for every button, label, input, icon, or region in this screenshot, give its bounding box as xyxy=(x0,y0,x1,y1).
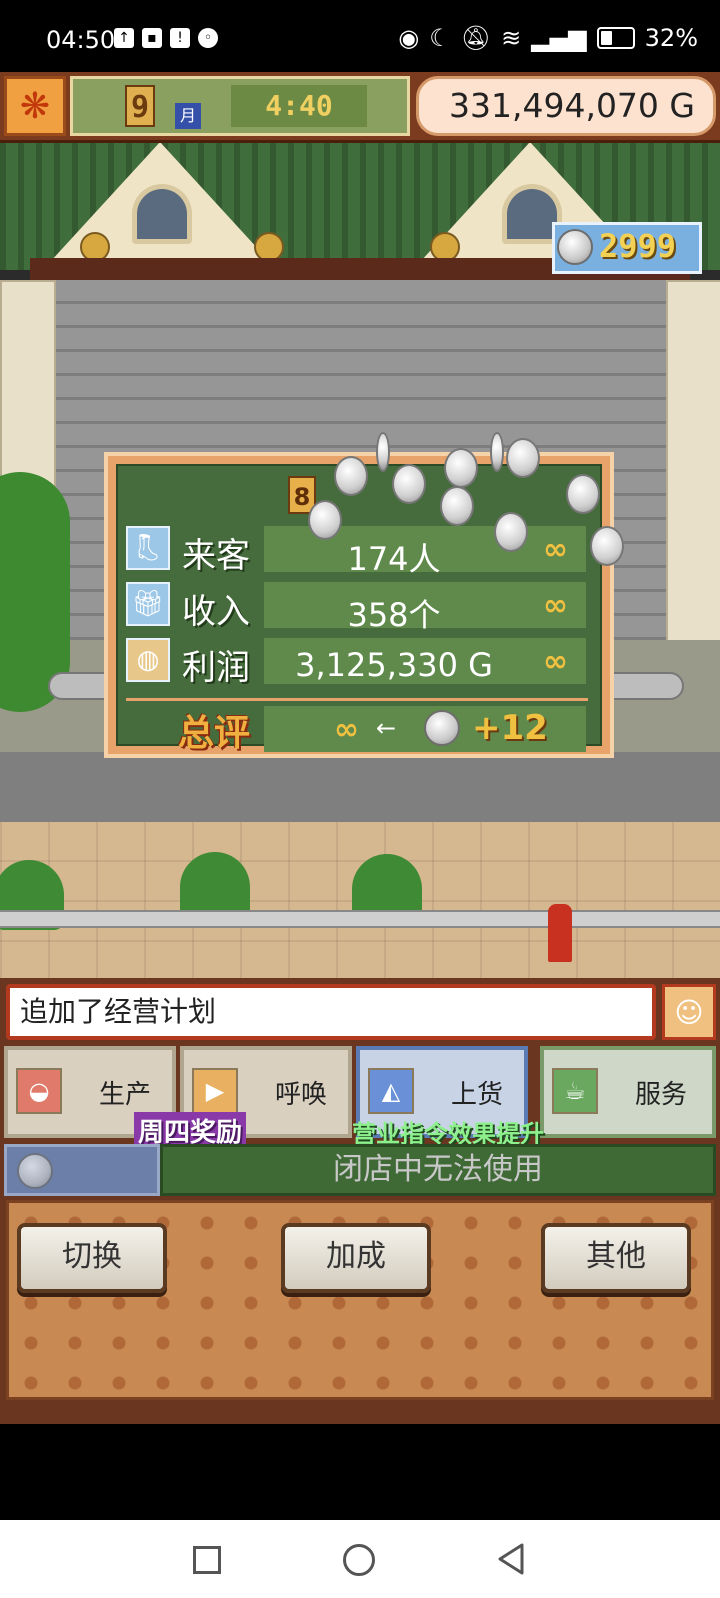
system-nav-bar xyxy=(0,1520,720,1598)
notification-icons: ↑ ▪ ! ◦ xyxy=(114,28,218,48)
row-value-box: 358个 ∞ xyxy=(264,582,586,634)
divider xyxy=(126,698,588,701)
cake-icon: ◭ xyxy=(368,1068,414,1114)
row-value: 174人 xyxy=(347,540,441,578)
other-button[interactable]: 其他 xyxy=(541,1223,691,1293)
home-button[interactable] xyxy=(343,1544,375,1576)
flying-medal xyxy=(494,512,528,552)
wechat-icon: ◦ xyxy=(198,28,218,48)
command-label: 生产 xyxy=(98,1080,151,1110)
gift-icon: 🎁︎ xyxy=(126,582,170,626)
row-label: 收入 xyxy=(182,592,250,632)
battery-percent: 32% xyxy=(644,24,698,52)
top-hud: ❋ 9 月 4:40 331,494,070 G xyxy=(0,72,720,143)
autumn-leaf-icon[interactable]: ❋ xyxy=(4,76,66,136)
closed-store-message: 闭店中无法使用 xyxy=(160,1144,716,1196)
coffee-icon: ☕︎ xyxy=(552,1068,598,1114)
bread-icon: ◒ xyxy=(16,1068,62,1114)
date-time-box: 9 月 4:40 xyxy=(70,76,410,136)
result-panel-body: 8 👢︎ 来客 174人 ∞ 🎁︎ 收入 358个 ∞ ◍ 利润 3,125,3… xyxy=(116,464,602,754)
medal-count: 2999 xyxy=(599,227,677,265)
rank-infinity: ∞ xyxy=(543,644,568,679)
command-label: 服务 xyxy=(634,1080,687,1110)
flying-medal xyxy=(308,500,342,540)
rank-infinity: ∞ xyxy=(543,588,568,623)
flying-medal xyxy=(566,474,600,514)
recent-apps-button[interactable] xyxy=(193,1546,221,1574)
month-number: 9 xyxy=(125,85,155,127)
row-label: 利润 xyxy=(182,648,250,688)
chef-avatar[interactable]: ☺ xyxy=(662,984,716,1040)
money-bag-icon: ◍ xyxy=(126,638,170,682)
flying-medal xyxy=(440,486,474,526)
command-label: 上货 xyxy=(450,1080,503,1110)
boot-icon: 👢︎ xyxy=(126,526,170,570)
month-label: 月 xyxy=(175,103,201,129)
bottom-menu-board: 切换 加成 其他 xyxy=(6,1200,714,1400)
special-medal-slot[interactable] xyxy=(4,1144,160,1196)
weekly-result-panel: 8 👢︎ 来客 174人 ∞ 🎁︎ 收入 358个 ∞ ◍ 利润 3,125,3… xyxy=(104,452,614,758)
command-area: 追加了经营计划 ☺ ◒ 生产 ▶ 呼唤 ◭ 上货 ☕︎ 服务 周四奖励 营业指令… xyxy=(0,978,720,1424)
flying-medal xyxy=(444,448,478,488)
flying-medal xyxy=(490,432,504,472)
status-bar: 04:50 ↑ ▪ ! ◦ ◉ ☾ 🔕︎ ≋ ▂▄▆ 32% xyxy=(0,0,720,72)
arrow-icon: ← xyxy=(376,714,397,742)
message-icon: ▪ xyxy=(142,28,162,48)
total-rating-label: 总评 xyxy=(178,713,251,754)
medal-icon xyxy=(17,1153,53,1189)
wifi-icon: ≋ xyxy=(501,24,522,52)
battery-icon xyxy=(596,27,635,49)
result-row-income: 🎁︎ 收入 358个 ∞ xyxy=(126,580,588,634)
flying-medal xyxy=(392,464,426,504)
total-rank-infinity: ∞ xyxy=(334,712,359,747)
flying-medal xyxy=(506,438,540,478)
result-row-profit: ◍ 利润 3,125,330 G ∞ xyxy=(126,636,588,688)
alert-icon: ! xyxy=(170,28,190,48)
row-label: 来客 xyxy=(182,536,250,576)
battery-fill xyxy=(600,31,612,45)
game-clock: 4:40 xyxy=(231,85,367,127)
game-screen[interactable]: ❋ 9 月 4:40 331,494,070 G 2999 8 👢︎ 来客 17… xyxy=(0,72,720,1424)
row-value-box: 3,125,330 G ∞ xyxy=(264,638,586,684)
flying-medal xyxy=(334,456,368,496)
flying-medal xyxy=(590,526,624,566)
eye-icon: ◉ xyxy=(398,24,420,52)
medal-bonus: +12 xyxy=(472,708,548,748)
boost-button[interactable]: 加成 xyxy=(281,1223,431,1293)
medal-icon xyxy=(557,229,593,265)
signal-icon: ▂▄▆ xyxy=(531,24,587,52)
money-display: 331,494,070 G xyxy=(416,76,716,136)
flying-medal xyxy=(376,432,390,472)
command-label: 呼唤 xyxy=(274,1080,327,1110)
medal-counter[interactable]: 2999 xyxy=(552,222,702,274)
medal-icon xyxy=(424,710,460,746)
sidewalk xyxy=(0,752,720,822)
moon-icon: ☾ xyxy=(429,24,451,52)
command-service-button[interactable]: ☕︎ 服务 xyxy=(540,1046,716,1138)
status-time: 04:50 xyxy=(46,26,116,54)
mute-icon: 🔕︎ xyxy=(460,24,492,52)
switch-button[interactable]: 切换 xyxy=(17,1223,167,1293)
system-icons: ◉ ☾ 🔕︎ ≋ ▂▄▆ 32% xyxy=(398,24,698,52)
message-box: 追加了经营计划 xyxy=(6,984,656,1040)
upload-icon: ↑ xyxy=(114,28,134,48)
back-button[interactable] xyxy=(496,1542,526,1576)
row-value: 358个 xyxy=(347,596,441,634)
fire-hydrant xyxy=(548,904,572,962)
window-left xyxy=(132,184,192,244)
row-value: 3,125,330 G xyxy=(295,646,493,684)
megaphone-icon: ▶ xyxy=(192,1068,238,1114)
fence xyxy=(0,910,720,928)
rank-infinity: ∞ xyxy=(543,532,568,567)
total-rating-box: ∞ ← +12 xyxy=(264,706,586,752)
